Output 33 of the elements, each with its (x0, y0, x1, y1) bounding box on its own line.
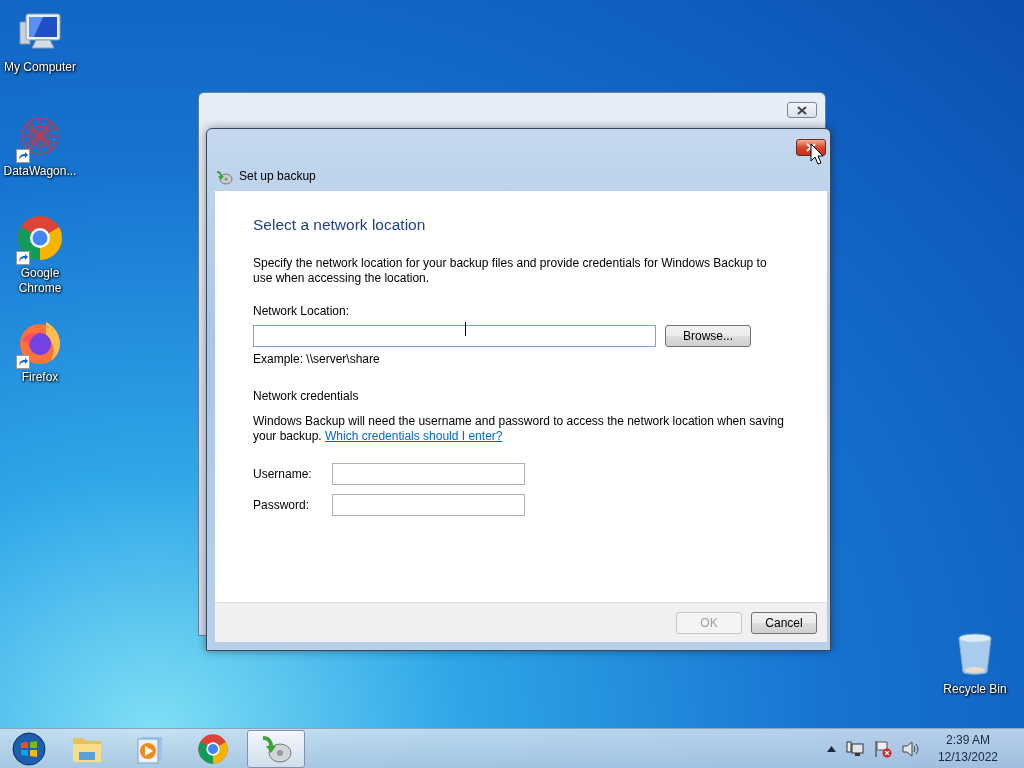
speaker-icon[interactable] (901, 740, 920, 757)
field-label: Username: (253, 466, 313, 482)
field-label: Password: (253, 497, 311, 513)
icon-label[interactable]: Google Chrome (0, 266, 80, 296)
help-link[interactable]: Which credentials should I enter? (325, 429, 503, 444)
close-button[interactable] (787, 102, 817, 118)
cancel-button[interactable]: Cancel (751, 611, 817, 634)
network-icon[interactable] (845, 740, 864, 757)
text-field[interactable] (332, 463, 525, 486)
text-cursor (465, 322, 466, 336)
close-icon (797, 105, 807, 115)
clock-date[interactable]: 12/13/2022 (937, 748, 998, 766)
location-field[interactable] (253, 325, 656, 348)
chrome-icon (197, 732, 229, 765)
credentials-text: Windows Backup will need the username and password to access the network location when saving your backup. Which credentials should I enter? (253, 414, 785, 445)
dialog-heading: Select a network location (253, 215, 427, 235)
window-title: Set up backup (239, 168, 316, 185)
field-label: Network Location: (253, 304, 351, 320)
section-heading: Network credentials (253, 389, 360, 405)
clock-time[interactable]: 2:39 AM (937, 731, 998, 749)
windows-logo-icon (11, 730, 47, 767)
flag-error-icon[interactable] (873, 739, 892, 758)
icon-label[interactable]: My Computer (4, 60, 76, 75)
instruction-text: Specify the network location for your backup files and provide credentials for Windows Backup to use when accessing the location. (253, 256, 768, 287)
show-hidden-icons-icon[interactable] (826, 745, 836, 752)
icon-label[interactable]: DataWagon... (3, 164, 77, 179)
chrome-icon[interactable] (16, 214, 64, 262)
icon-label[interactable]: Firefox (21, 370, 59, 385)
icon-label[interactable]: Recycle Bin (943, 682, 1007, 697)
browse-button[interactable]: Browse... (665, 325, 751, 348)
text-field[interactable] (332, 494, 525, 517)
backup-taskbar-button[interactable] (247, 729, 305, 768)
example-text: Example: \\server\share (253, 352, 381, 368)
